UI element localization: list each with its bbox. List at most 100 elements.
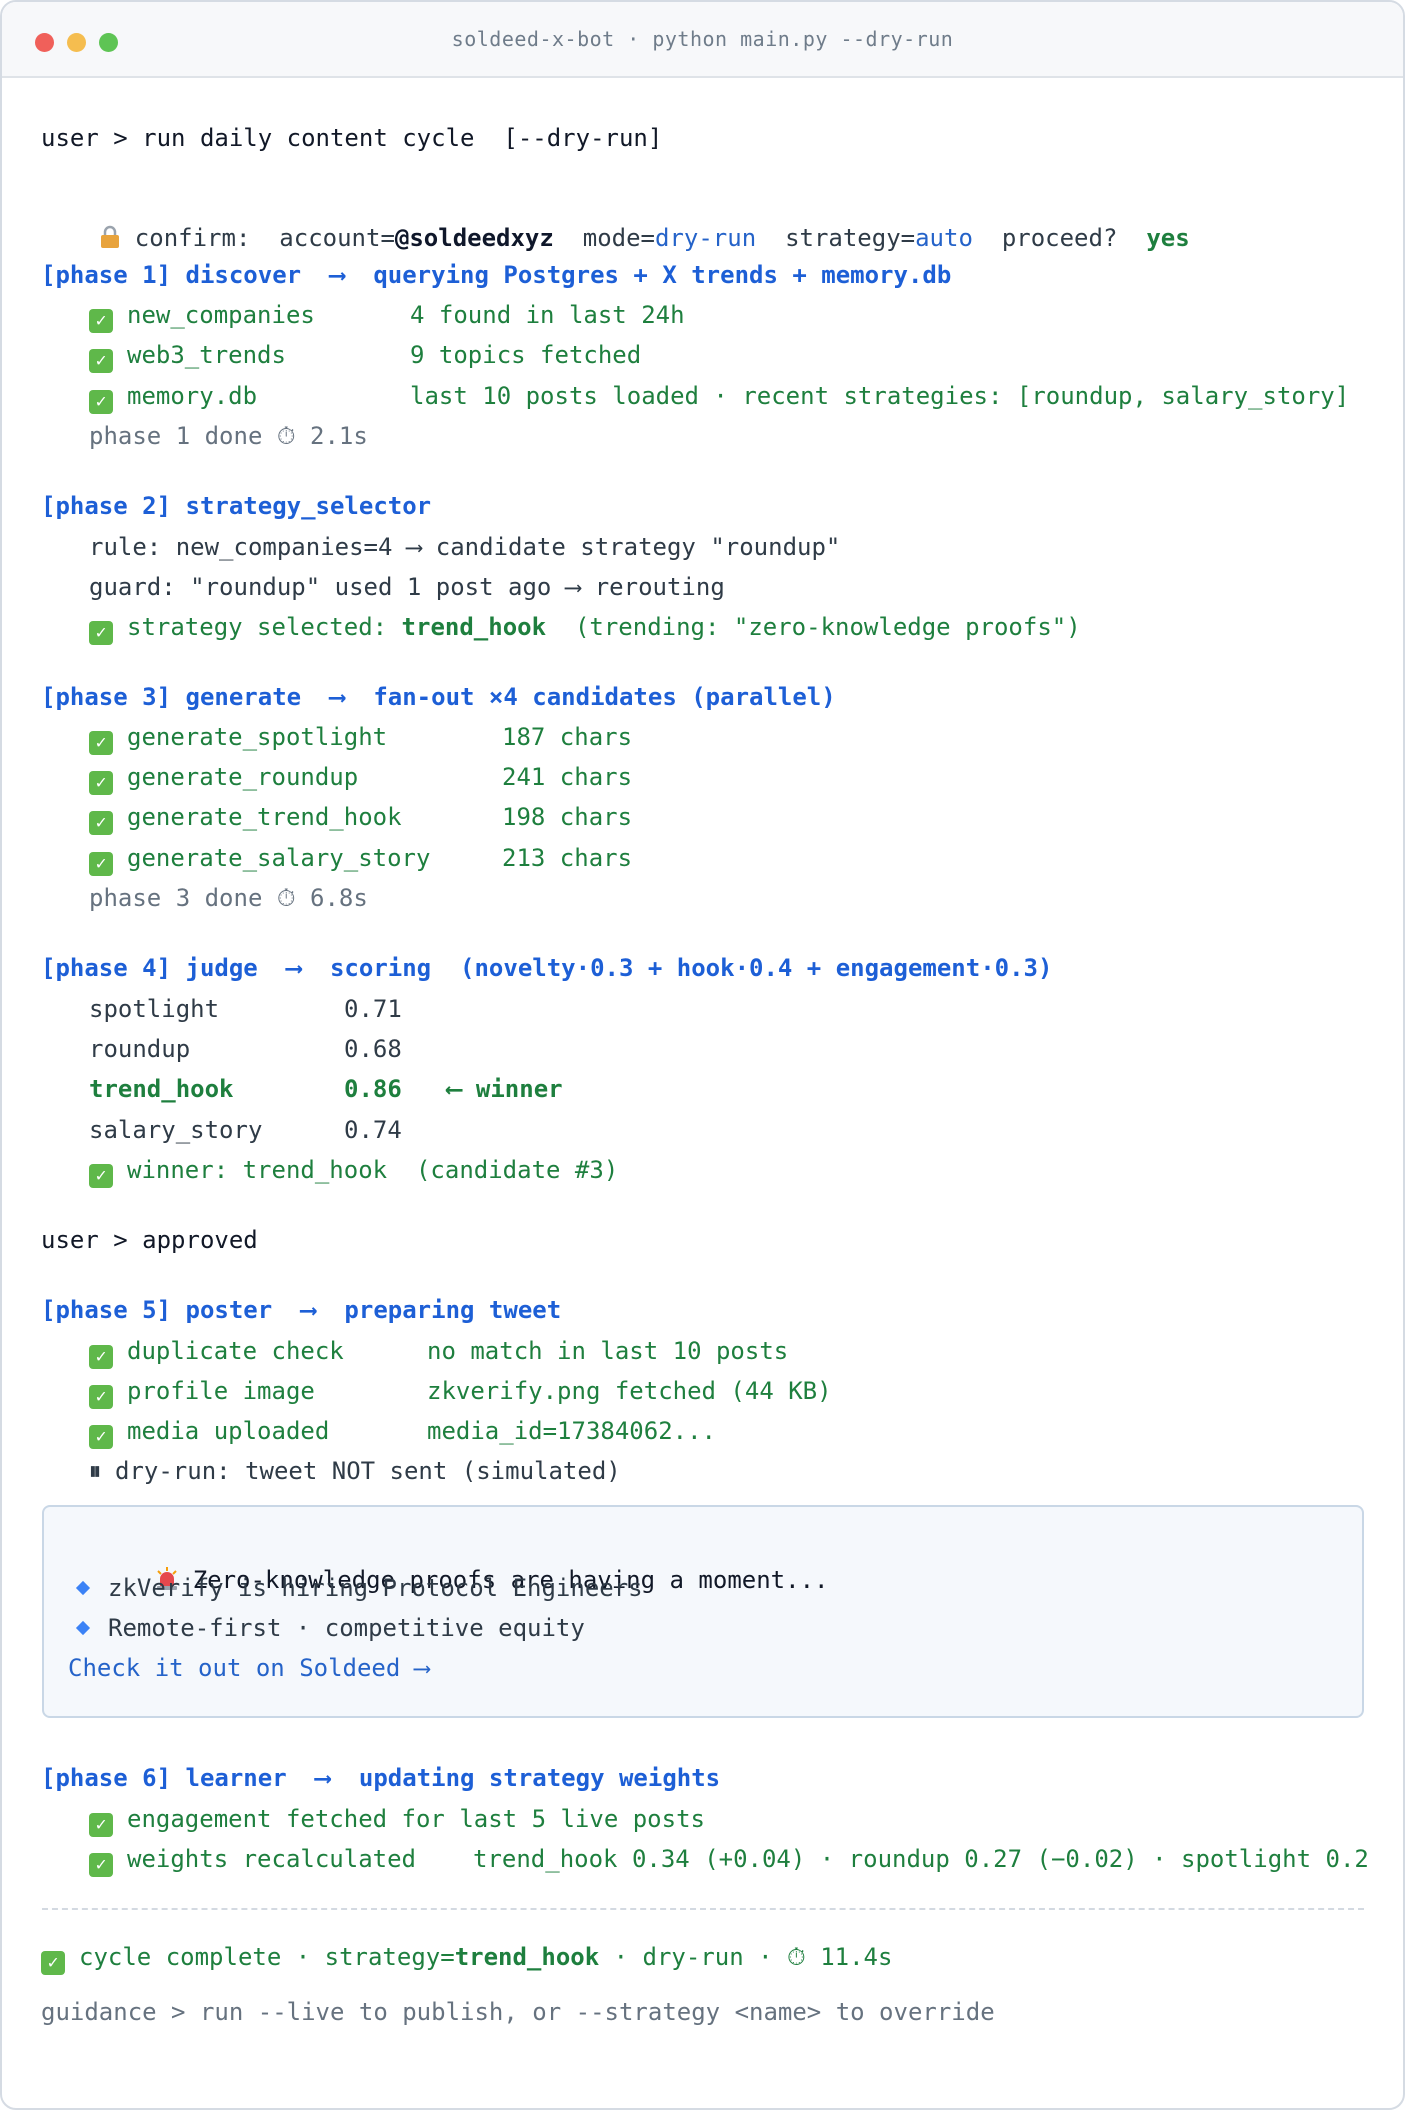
row-value: no match in last 10 posts [427, 1337, 789, 1365]
check-icon: ✓ [89, 811, 113, 835]
score-value: 0.74 [344, 1116, 402, 1144]
mode-label: mode= [582, 224, 655, 252]
phase3-row: ✓ generate_salary_story 213 chars [89, 842, 632, 876]
score-value: 0.71 [344, 995, 402, 1023]
mode-value: dry-run [655, 224, 757, 252]
score-row: salary_story 0.74 [89, 1114, 402, 1146]
score-name: roundup [89, 1035, 191, 1063]
tweet-preview-card: Zero-knowledge proofs are having a momen… [42, 1505, 1364, 1718]
row-name: memory.db [127, 382, 258, 410]
check-icon: ✓ [89, 390, 113, 414]
tweet-line-3: Remote-first · competitive equity [68, 1612, 585, 1644]
check-icon: ✓ [41, 1951, 65, 1975]
phase3-header: [phase 3] generate ⟶ fan-out ×4 candidat… [41, 683, 836, 711]
phase6-row: ✓ weights recalculated trend_hook 0.34 (+0… [89, 1843, 1369, 1877]
phase1-row: ✓ web3_trends 9 topics fetched [89, 339, 641, 373]
winner-tag: ⟵ winner [447, 1075, 563, 1103]
row-value: last 10 posts loaded · recent strategies… [410, 382, 1350, 410]
phase2-rule: rule: new_companies=4 ⟶ candidate strate… [89, 533, 841, 561]
check-icon: ✓ [89, 1385, 113, 1409]
confirm-label: confirm: [134, 224, 251, 252]
proceed-label: proceed? [1001, 224, 1118, 252]
phase5-row: ✓ duplicate check no match in last 10 post… [89, 1335, 788, 1369]
title-bar: soldeed-x-bot · python main.py --dry-run [2, 2, 1403, 78]
phase5-row: ✓ media uploaded media_id=17384062... [89, 1415, 716, 1449]
row-name: generate_roundup [127, 763, 359, 791]
phase4-header: [phase 4] judge ⟶ scoring (novelty·0.3 +… [41, 954, 1053, 982]
diamond-bullet-icon [75, 1620, 91, 1636]
row-value: 241 chars [502, 763, 633, 791]
phase2-header: [phase 2] strategy_selector [41, 492, 432, 520]
summary-strategy: trend_hook [454, 1943, 600, 1971]
check-icon: ✓ [89, 771, 113, 795]
cycle-summary: ✓ cycle complete · strategy=trend_hook · … [41, 1941, 892, 1975]
tweet-line-2-text: zkVerify is hiring Protocol Engineers [108, 1574, 643, 1602]
diamond-bullet-icon [75, 1580, 91, 1596]
dry-run-note: ⏸ dry-run: tweet NOT sent (simulated) [89, 1455, 621, 1487]
lock-icon [100, 225, 119, 248]
tweet-cta-link[interactable]: Check it out on Soldeed ⟶ [68, 1652, 429, 1684]
row-value: 9 topics fetched [410, 341, 642, 369]
check-icon: ✓ [89, 1164, 113, 1188]
phase5-row: ✓ profile image zkverify.png fetched (44 K… [89, 1375, 832, 1409]
strategy-label: strategy= [785, 224, 916, 252]
phase3-done: phase 3 done ⏱ 6.8s [89, 884, 368, 912]
row-value: zkverify.png fetched (44 KB) [427, 1377, 832, 1405]
score-name: trend_hook [89, 1075, 234, 1103]
phase2-guard: guard: "roundup" used 1 post ago ⟶ rerou… [89, 573, 725, 601]
guidance-line: guidance > run --live to publish, or --s… [41, 1998, 995, 2026]
pause-icon: ⏸ [89, 1457, 101, 1485]
account-label: account= [279, 224, 395, 252]
check-icon: ✓ [89, 852, 113, 876]
phase6-header: [phase 6] learner ⟶ updating strategy we… [41, 1764, 721, 1792]
tweet-line-3-text: Remote-first · competitive equity [108, 1614, 585, 1642]
check-icon: ✓ [89, 1813, 113, 1837]
row-name: new_companies [127, 301, 315, 329]
phase1-header: [phase 1] discover ⟶ querying Postgres +… [41, 261, 952, 289]
phase3-row: ✓ generate_roundup 241 chars [89, 761, 632, 795]
proceed-answer: yes [1146, 224, 1190, 252]
phase2-selected: ✓ strategy selected: trend_hook (trending… [89, 611, 1081, 645]
phase5-header: [phase 5] poster ⟶ preparing tweet [41, 1296, 562, 1324]
check-icon: ✓ [89, 731, 113, 755]
score-value: 0.68 [344, 1035, 402, 1063]
tweet-line-2: zkVerify is hiring Protocol Engineers [68, 1572, 643, 1604]
check-icon: ✓ [89, 1425, 113, 1449]
score-row: roundup 0.68 [89, 1033, 402, 1065]
row-name: web3_trends [127, 341, 286, 369]
selected-strategy: trend_hook [401, 613, 547, 641]
row-name: generate_trend_hook [127, 803, 402, 831]
phase4-winner: ✓ winner: trend_hook (candidate #3) [89, 1154, 618, 1188]
score-name: salary_story [89, 1116, 263, 1144]
row-name: generate_spotlight [127, 723, 388, 751]
row-value: 4 found in last 24h [410, 301, 685, 329]
divider [42, 1908, 1364, 1910]
phase1-row: ✓ new_companies 4 found in last 24h [89, 299, 685, 333]
selected-prefix: strategy selected: [127, 613, 402, 641]
check-icon: ✓ [89, 309, 113, 333]
dry-run-text: dry-run: tweet NOT sent (simulated) [115, 1457, 621, 1485]
row-name: weights recalculated [127, 1845, 416, 1873]
phase6-row: ✓ engagement fetched for last 5 live post… [89, 1803, 705, 1837]
check-icon: ✓ [89, 349, 113, 373]
row-value: media_id=17384062... [427, 1417, 716, 1445]
row-value: 213 chars [502, 844, 633, 872]
user-approved: user > approved [41, 1226, 258, 1254]
strategy-value: auto [915, 224, 973, 252]
account-value: @soldeedxyz [394, 224, 554, 252]
row-name: duplicate check [127, 1337, 344, 1365]
score-value: 0.86 [344, 1075, 402, 1103]
row-value: 187 chars [502, 723, 633, 751]
summary-suffix: · dry-run · ⏱ 11.4s [599, 1943, 893, 1971]
phase3-row: ✓ generate_spotlight 187 chars [89, 721, 632, 755]
user-command: user > run daily content cycle [--dry-ru… [41, 124, 663, 152]
row-name: media uploaded [127, 1417, 330, 1445]
check-icon: ✓ [89, 1345, 113, 1369]
summary-prefix: cycle complete · strategy= [79, 1943, 455, 1971]
score-row: spotlight 0.71 [89, 993, 402, 1025]
phase1-done: phase 1 done ⏱ 2.1s [89, 422, 368, 450]
score-row-winner: trend_hook 0.86 ⟵ winner [89, 1073, 563, 1105]
check-icon: ✓ [89, 621, 113, 645]
phase3-row: ✓ generate_trend_hook 198 chars [89, 801, 632, 835]
selected-suffix: (trending: "zero-knowledge proofs") [546, 613, 1081, 641]
